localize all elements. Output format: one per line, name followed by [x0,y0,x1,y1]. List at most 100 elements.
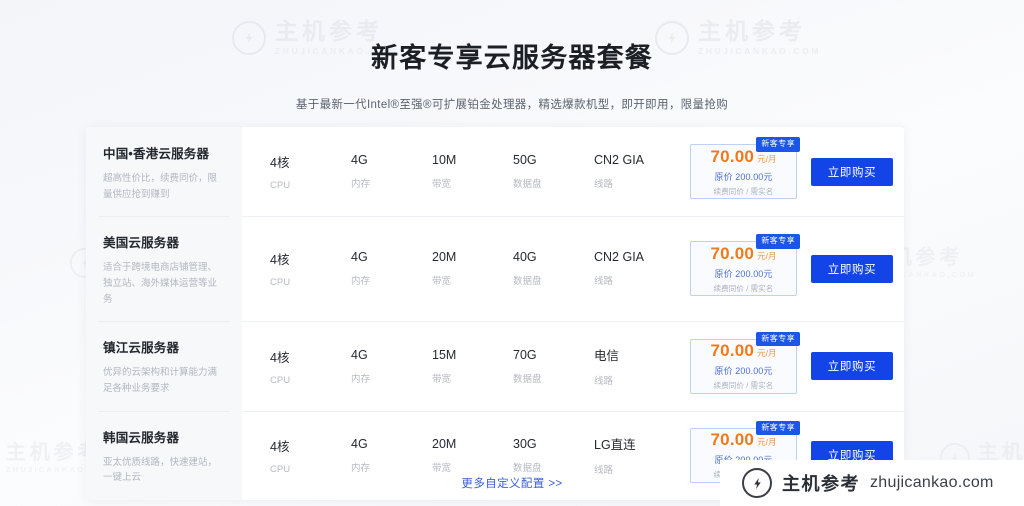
price-wrap: 新客专享 70.00 元/月 原价 200.00元 续费同价 / 需实名 [690,216,811,321]
page-subtitle: 基于最新一代Intel®至强®可扩展铂金处理器，精选爆款机型，即开即用，限量抢购 [295,99,729,111]
spec-bandwidth: 20M 带宽 [432,437,513,474]
spec-label: 内存 [351,373,371,385]
plan-row[interactable]: 美国云服务器 适合于跨境电商店铺管理、独立站、海外媒体运营等业务 4核 CPU … [86,216,904,322]
plan-info: 美国云服务器 适合于跨境电商店铺管理、独立站、海外媒体运营等业务 [86,216,242,322]
spec-value: 4G [351,250,368,265]
footer-watermark: 主机参考 zhujicankao.com [720,460,1024,506]
price-amount: 70.00 [710,146,755,166]
spec-label: CPU [270,180,291,192]
page-header: 新客专享云服务器套餐 基于最新一代Intel®至强®可扩展铂金处理器，精选爆款机… [0,36,1024,112]
buy-button[interactable]: 立即购买 [811,352,893,381]
price-note: 续费同价 / 需实名 [713,186,774,196]
spec-label: 线路 [594,276,614,288]
plan-description: 适合于跨境电商店铺管理、独立站、海外媒体运营等业务 [103,262,218,305]
price-unit: 元/月 [757,437,777,448]
original-price: 原价 200.00元 [714,366,773,377]
plan-specs: 4核 CPU 4G 内存 15M 带宽 70G 数据盘 电信 线路 [242,321,690,410]
spec-label: CPU [270,277,291,289]
plan-title: 镇江云服务器 [103,341,180,356]
original-price: 原价 200.00元 [714,171,773,182]
spec-value: 50G [513,153,537,168]
price-wrap: 新客专享 70.00 元/月 原价 200.00元 续费同价 / 需实名 [690,127,811,216]
spec-memory: 4G 内存 [351,348,432,385]
status-badge: 新客专享 [756,234,800,249]
plan-title: 韩国云服务器 [103,430,180,445]
spec-value: 4G [351,436,368,451]
buy-wrap: 立即购买 [811,127,904,216]
brand-logo-icon [742,468,772,498]
spec-value: 4核 [270,439,290,454]
buy-wrap: 立即购买 [811,216,904,321]
spec-memory: 4G 内存 [351,437,432,474]
spec-line: CN2 GIA 线路 [594,153,690,190]
price-amount: 70.00 [710,430,755,450]
spec-value: 15M [432,347,457,362]
price-amount: 70.00 [710,243,755,263]
spec-value: 20M [432,436,457,451]
spec-bandwidth: 20M 带宽 [432,250,513,287]
price-unit: 元/月 [757,250,777,261]
spec-value: CN2 GIA [594,153,645,168]
price-box: 新客专享 70.00 元/月 原价 200.00元 续费同价 / 需实名 [690,234,800,297]
spec-disk: 40G 数据盘 [513,250,594,287]
footer-brand-cn: 主机参考 [782,474,860,494]
spec-value: 4核 [270,350,290,365]
price-note: 续费同价 / 需实名 [713,381,774,391]
plans-card: 中国•香港云服务器 超高性价比，续费同价，限量供应抢到赚到 4核 CPU 4G … [86,127,904,501]
spec-line: CN2 GIA 线路 [594,250,690,287]
plan-info: 镇江云服务器 优异的云架构和计算能力满足各种业务要求 [86,321,242,411]
price-unit: 元/月 [757,348,777,359]
footer-brand-domain: zhujicankao.com [870,474,994,491]
spec-label: 内存 [351,276,371,288]
spec-bandwidth: 15M 带宽 [432,348,513,385]
spec-value: LG直连 [594,438,636,453]
plan-row[interactable]: 镇江云服务器 优异的云架构和计算能力满足各种业务要求 4核 CPU 4G 内存 … [86,321,904,411]
spec-value: 40G [513,250,537,265]
spec-cpu: 4核 CPU [270,436,351,475]
spec-label: 内存 [351,179,371,191]
spec-disk: 30G 数据盘 [513,437,594,474]
spec-label: 数据盘 [513,373,542,385]
buy-wrap: 立即购买 [811,321,904,410]
spec-value: 70G [513,347,537,362]
more-config-link[interactable]: 更多自定义配置 >> [461,478,562,490]
spec-value: 4G [351,153,368,168]
spec-bandwidth: 10M 带宽 [432,153,513,190]
spec-cpu: 4核 CPU [270,152,351,191]
spec-label: 数据盘 [513,179,542,191]
spec-label: 内存 [351,462,371,474]
spec-cpu: 4核 CPU [270,347,351,386]
price-box: 新客专享 70.00 元/月 原价 200.00元 续费同价 / 需实名 [690,137,800,200]
plan-description: 优异的云架构和计算能力满足各种业务要求 [103,367,218,395]
spec-memory: 4G 内存 [351,250,432,287]
plan-description: 超高性价比，续费同价，限量供应抢到赚到 [103,173,218,200]
plan-specs: 4核 CPU 4G 内存 20M 带宽 40G 数据盘 CN2 GIA 线路 [242,216,690,321]
spec-label: 线路 [594,179,614,191]
spec-label: 带宽 [432,179,452,191]
price-unit: 元/月 [757,153,777,164]
price-box: 新客专享 70.00 元/月 原价 200.00元 续费同价 / 需实名 [690,331,800,394]
spec-cpu: 4核 CPU [270,249,351,288]
spec-label: 带宽 [432,276,452,288]
spec-disk: 50G 数据盘 [513,153,594,190]
status-badge: 新客专享 [756,137,800,152]
spec-label: CPU [270,374,291,386]
plan-title: 中国•香港云服务器 [103,147,210,161]
spec-line: LG直连 线路 [594,434,690,476]
spec-value: 电信 [594,349,620,364]
spec-value: 4G [351,347,368,362]
plan-info: 中国•香港云服务器 超高性价比，续费同价，限量供应抢到赚到 [86,127,242,217]
buy-button[interactable]: 立即购买 [811,157,893,186]
price-amount: 70.00 [710,341,755,361]
price-note: 续费同价 / 需实名 [713,283,774,293]
original-price: 原价 200.00元 [714,268,773,279]
spec-memory: 4G 内存 [351,153,432,190]
spec-label: 线路 [594,376,614,388]
spec-value: 4核 [270,253,290,268]
spec-label: 数据盘 [513,276,542,288]
buy-button[interactable]: 立即购买 [811,254,893,283]
spec-value: 30G [513,436,537,451]
spec-line: 电信 线路 [594,345,690,387]
plan-row[interactable]: 中国•香港云服务器 超高性价比，续费同价，限量供应抢到赚到 4核 CPU 4G … [86,127,904,217]
plan-title: 美国云服务器 [103,236,180,251]
